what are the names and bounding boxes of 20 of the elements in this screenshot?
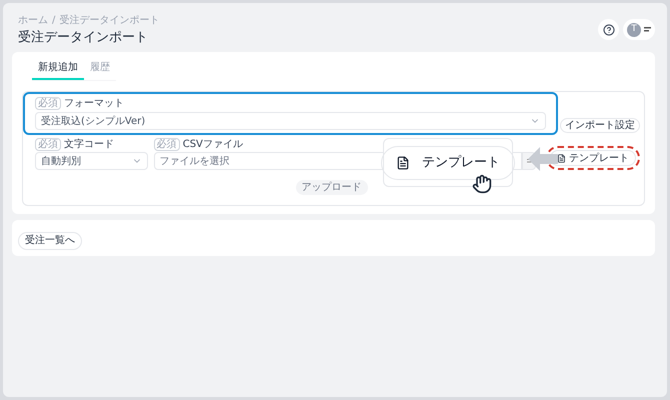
document-icon (557, 154, 566, 162)
import-settings-button[interactable]: インポート設定 (560, 118, 640, 133)
avatar: T (627, 22, 641, 36)
back-to-list-button[interactable]: 受注一覧へ (18, 232, 82, 250)
required-badge: 必須 (35, 138, 61, 151)
field-label: 文字コード (64, 138, 114, 150)
format-select[interactable]: 受注取込(シンプルVer) (35, 112, 546, 130)
help-icon (602, 24, 614, 36)
field-label: CSVファイル (182, 138, 243, 150)
charset-select[interactable]: 自動判別 (35, 152, 148, 170)
required-badge: 必須 (35, 97, 61, 110)
menu-icon (644, 27, 651, 32)
page-title: 受注データインポート (18, 30, 149, 46)
required-badge: 必須 (154, 138, 180, 151)
tab[interactable]: 新規追加 (32, 62, 84, 80)
help-button[interactable] (598, 19, 619, 40)
breadcrumb-separator: / (52, 15, 56, 27)
document-icon (396, 156, 410, 170)
field-label: フォーマット (64, 98, 124, 110)
left-arrow-icon (528, 147, 558, 171)
